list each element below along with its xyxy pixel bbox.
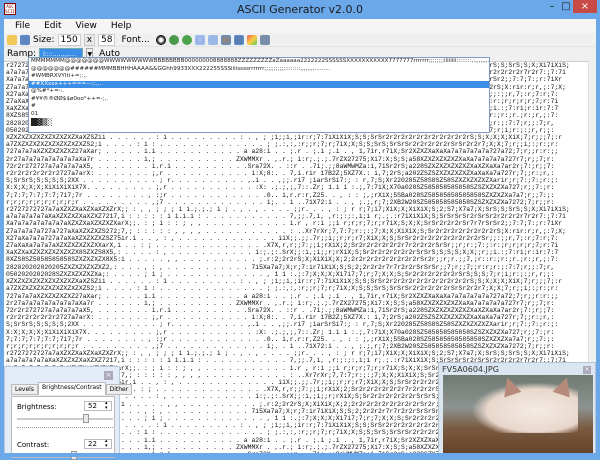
ascii-line: 727a7a7aXZXZXZXZXZ27aXar; . . . . . i.i … <box>6 148 559 156</box>
ascii-line: 7;7:7;7:7;7:7;7i7;7r . . . . . . . . , :… <box>6 191 555 199</box>
ramp-dropdown-list: MMMMMMM@@@@@@@WWWWWWWWWBBBBBBBB000000008… <box>28 57 490 133</box>
ramp-option[interactable]: 01 <box>29 111 489 119</box>
image-preview-window: FV5A0604.JPG × <box>438 362 596 457</box>
menu-help[interactable]: Help <box>104 21 139 31</box>
title-bar: ASC SCII ASCII Generator v2.0.0 – □ × <box>0 0 600 19</box>
rotate-left-icon[interactable] <box>168 34 179 45</box>
contrast-label: Contrast: <box>17 441 50 449</box>
colour-icon[interactable] <box>246 34 257 45</box>
ascii-line: r;r;r;r;r;r;r;r;r;r . . . . . . . . . ,;… <box>6 342 555 350</box>
ascii-line: a7ZXZXZXZXZXZXZXZXZXZS2;i . . . . : i : … <box>6 141 559 149</box>
ascii-line: a7ZXZXZXZXZXZXZXZXZXZS2;i . . . . : i : … <box>6 285 559 293</box>
close-icon[interactable]: × <box>104 371 113 380</box>
ascii-line: r2r2r2r2r2r2r2727a7arX: . . . . . . . ;,… <box>6 170 555 178</box>
ascii-line: a7a7a7a7a7aXaXZXZXZXaXZXZ7217,i : : : : … <box>6 213 566 221</box>
menu-edit[interactable]: Edit <box>37 21 68 31</box>
preview-icon[interactable] <box>259 34 270 45</box>
ascii-line: X:X;X;X;X;XiXiXiXiX7X. . . . . . . . . ;… <box>6 184 555 192</box>
ascii-line: r2727272727a7aXZXZXaXZXaXZXZrX;; : , , ;… <box>6 350 570 358</box>
black-on-white-icon[interactable] <box>220 34 231 45</box>
brightness-slider[interactable] <box>17 414 113 423</box>
ascii-line: XZXZXZXZXZXZXZXZXZXaXZSZii . . . . . . :… <box>6 134 563 142</box>
lock-ratio-button[interactable]: x <box>83 33 96 46</box>
ascii-line: r2r2r2r2r2r2r2727a7arX: . . . . . . . ;,… <box>6 314 555 322</box>
window-border <box>0 453 600 457</box>
brightness-spinner[interactable]: 52 <box>84 401 112 411</box>
size-label: Size: <box>33 34 55 45</box>
cat-photo <box>443 375 593 457</box>
invert-icon[interactable] <box>155 34 166 45</box>
ramp-option[interactable]: #WMBRXVYIti+=;:,. <box>29 73 489 81</box>
ascii-line: X:X;X;X;X;XiXiXiXiX7X. . . . . . . . . ;… <box>6 328 555 336</box>
flip-horizontal-icon[interactable] <box>207 34 218 45</box>
ascii-line: Z7aXaXa7a7a7aXZXZXZXZXZXXarX,i . . : ; .… <box>6 242 559 250</box>
toolbar: Size: 150 x 58 Font... <box>4 33 596 47</box>
width-input[interactable]: 150 <box>57 33 81 46</box>
ascii-line: X27aXa7a7a727a7aXaXZXZXZXZSZ75ir.i . . ,… <box>6 234 559 242</box>
ascii-line: 2r27a7a7a7a7a7a7a7aXa7r . . . . . . i,; … <box>6 299 555 307</box>
contrast-spinner[interactable]: 22 <box>84 439 112 449</box>
ramp-option[interactable]: @@@@@@@######MMMBBHHHAAAA&&GGhh9933XXX22… <box>29 66 489 74</box>
ramp-option-selected[interactable]: ##XXxxx+++===---;;,,.. <box>29 80 489 88</box>
ascii-line: 727a7a7aXZXZXZXZXZ27aXar; . . . . . i.i … <box>6 292 559 300</box>
ascii-line: r;r;r;r;r;r;r;r;r;r . . . . . . . . . ,;… <box>6 198 555 206</box>
ascii-line: 8XZS8SZ5858585858SZXZXZXZX8X5:i . . . . … <box>6 256 559 264</box>
ascii-line: 282020202020205ZXZXZXZXZXZ2,: . . . , : … <box>6 263 555 271</box>
brightness-contrast-panel: × Levels Brightness/Contrast Dither Brig… <box>4 366 133 460</box>
window-title: ASCII Generator v2.0.0 <box>236 3 364 16</box>
ascii-line: Z7a7a7a7a727a727aXaXZXZXZS272;7,; : : : … <box>6 227 566 235</box>
height-input[interactable]: 58 <box>98 33 116 46</box>
ascii-line: 0502020202028SZXZXZXZXZXa;: . . . . ; i … <box>6 270 555 278</box>
ascii-line: 72r2r272727a7a7a7a7aX5, . . . . . . . i.… <box>6 306 555 314</box>
tab-dither[interactable]: Dither <box>105 384 133 395</box>
preview-title: FV5A0604.JPG <box>442 365 499 374</box>
save-icon[interactable] <box>20 34 30 45</box>
slider-ticks <box>17 427 113 429</box>
rotate-right-icon[interactable] <box>181 34 192 45</box>
menu-file[interactable]: File <box>8 21 37 31</box>
tab-brightness-contrast[interactable]: Brightness/Contrast <box>37 382 106 395</box>
ascii-line: 2r27a7a7a7a7a7a7a7aXa7r . . . . . . i,; … <box>6 155 555 163</box>
brightness-label: Brightness: <box>17 403 57 411</box>
ascii-line: Xa7a7a7a7a7a7a7aXZXZXaXZXZXZXarX;;. : ; … <box>6 220 563 228</box>
ramp-option[interactable]: MMMMMMM@@@@@@@WWWWWWWWWBBBBBBBB000000008… <box>29 58 489 66</box>
maximize-button[interactable]: □ <box>560 0 572 13</box>
menu-bar: File Edit View Help <box>4 19 596 33</box>
tab-content: Brightness: 52 Contrast: 22 <box>11 396 115 460</box>
ascii-line: 72r2r272727a7a7a7a7aX5, . . . . . . . i.… <box>6 162 555 170</box>
ascii-line: r2727272727a7aXZXZXaXZXaXZXZrX;; : , , ;… <box>6 206 570 214</box>
tab-levels[interactable]: Levels <box>11 384 38 395</box>
ramp-option[interactable]: █▓▒░ <box>29 118 489 126</box>
menu-view[interactable]: View <box>69 21 104 31</box>
minimize-button[interactable]: – <box>543 0 561 13</box>
close-button[interactable]: × <box>573 0 597 13</box>
ascii-line: XaXZXaXZXZXZXZXZXZX8SZXZS8X5,: . . . . :… <box>6 249 559 257</box>
font-button[interactable]: Font... <box>118 35 152 45</box>
white-on-black-icon[interactable] <box>233 34 244 45</box>
ramp-option[interactable]: #¥¥®®ØØ$$ø0oo°++=-;,. <box>29 96 489 104</box>
close-icon[interactable]: × <box>583 366 591 374</box>
ascii-line: XZXZXZXZXZXZXZXZXZXaXZSZii . . . . . . :… <box>6 278 563 286</box>
brightness-slider-thumb[interactable] <box>82 414 89 423</box>
ramp-option[interactable]: # <box>29 103 489 111</box>
ascii-line: S;SrSrS;S;S;S;S;2XX . . . . . . . . . . … <box>6 177 559 185</box>
flip-vertical-icon[interactable] <box>194 34 205 45</box>
open-folder-icon[interactable] <box>7 34 17 45</box>
ascii-line: 7;7:7;7:7;7:7;7i7;7r . . . . . . . . , :… <box>6 335 555 343</box>
ramp-option[interactable]: @%#*+=-:. <box>29 88 489 96</box>
ascii-line: S;SrSrS;S;S;S;S;2XX . . . . . . . . . . … <box>6 321 559 329</box>
